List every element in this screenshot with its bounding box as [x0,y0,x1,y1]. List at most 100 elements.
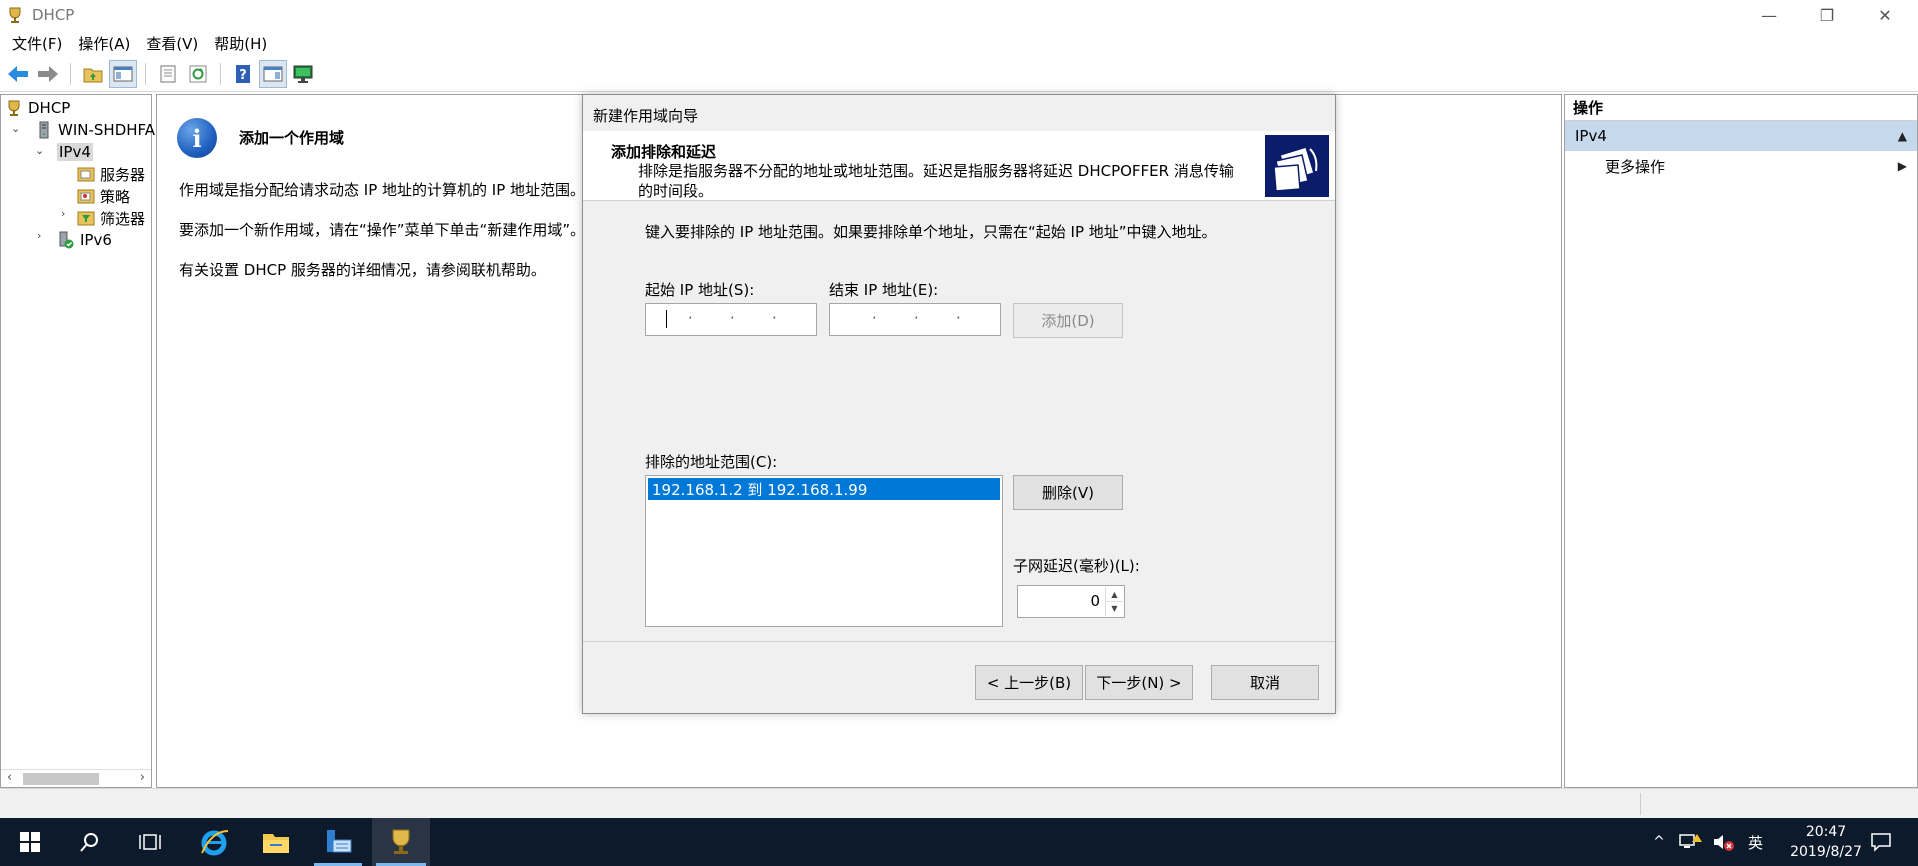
taskbar-server-manager[interactable] [310,818,366,866]
refresh-icon [189,65,207,82]
actions-pane: 操作 IPv4 ▲ 更多操作 ▶ [1564,94,1918,788]
taskbar-ie[interactable] [186,818,242,866]
chevron-down-icon[interactable]: ⌄ [35,144,44,157]
tree-label-ipv4: IPv4 [57,143,93,161]
tree-label-ipv6: IPv6 [80,231,112,249]
server-options-icon [77,167,95,182]
subnet-delay-value: 0 [1090,592,1100,610]
menu-file[interactable]: 文件(F) [4,33,70,54]
list-item[interactable]: 192.168.1.2 到 192.168.1.99 [648,478,1000,500]
new-scope-wizard-dialog: 新建作用域向导 添加排除和延迟 排除是指服务器不分配的地址或地址范围。延迟是指服… [582,94,1336,714]
dhcp-trophy-icon [8,100,20,116]
system-tray: ^ 英 [1646,818,1763,866]
dialog-subheading: 排除是指服务器不分配的地址或地址范围。延迟是指服务器将延迟 DHCPOFFER … [638,162,1234,200]
task-view-button[interactable] [122,818,178,866]
help-icon: ? [236,64,250,83]
menu-help[interactable]: 帮助(H) [206,33,275,54]
more-actions-item[interactable]: 更多操作 ▶ [1565,151,1917,181]
close-window-button[interactable]: ✕ [1862,0,1908,30]
network-warning-icon[interactable] [1678,832,1702,852]
chevron-down-icon[interactable]: ⌄ [11,122,20,135]
add-button[interactable]: 添加(D) [1013,303,1123,338]
next-step-button[interactable]: 下一步(N) > [1085,665,1193,700]
back-arrow-icon [8,65,28,82]
clock-date: 2019/8/27 [1790,844,1862,860]
search-button[interactable] [62,818,118,866]
tree-item-filters[interactable]: 筛选器 [77,207,145,229]
main-paragraph-2: 要添加一个新作用域，请在“操作”菜单下单击“新建作用域”。 [179,221,586,239]
toolbar-separator [145,62,146,85]
minimize-icon: — [1761,5,1777,25]
taskbar-file-explorer[interactable] [248,818,304,866]
monitor-icon [293,65,313,83]
toolbar-separator [220,62,221,85]
dialog-heading: 添加排除和延迟 [611,143,717,161]
actions-header: 操作 [1565,95,1917,121]
chevron-up-icon[interactable]: ^ [1646,834,1672,850]
collapse-up-icon[interactable]: ▲ [1898,129,1907,143]
main-title: 添加一个作用域 [239,129,345,147]
task-view-icon [139,834,161,850]
remove-button[interactable]: 删除(V) [1013,475,1123,510]
restore-button[interactable]: ❐ [1804,0,1850,30]
scroll-right-icon[interactable]: › [140,770,145,785]
help-button[interactable]: ? [229,60,257,88]
restore-icon: ❐ [1819,5,1835,25]
dialog-separator [583,641,1335,642]
svg-text:?: ? [239,68,247,83]
excluded-range-list[interactable]: 192.168.1.2 到 192.168.1.99 [645,475,1003,627]
wizard-folders-icon [1265,135,1329,197]
spin-down-icon[interactable]: ▼ [1105,601,1123,616]
refresh-button[interactable] [184,60,212,88]
tree-item-server[interactable]: WIN-SHDHFA [35,119,155,141]
chevron-right-icon[interactable]: › [61,207,65,220]
text-cursor [666,310,667,328]
forward-arrow-icon [38,65,58,82]
server-manager-icon [327,830,352,853]
up-level-button[interactable] [79,60,107,88]
tree-item-dhcp[interactable]: DHCP [5,97,70,119]
chevron-right-icon[interactable]: › [37,229,41,242]
tree-item-ipv6[interactable]: IPv6 [57,229,112,251]
subnet-delay-stepper[interactable]: 0 ▲ ▼ [1017,585,1125,618]
dhcp-app-icon [9,7,21,23]
properties-icon [160,65,176,82]
volume-muted-icon[interactable] [1712,832,1736,852]
start-ip-input[interactable]: · · · [645,303,817,336]
properties-button[interactable] [154,60,182,88]
clock[interactable]: 20:47 2019/8/27 [1786,822,1866,862]
start-button[interactable] [2,818,58,866]
monitor-button[interactable] [289,60,317,88]
end-ip-input[interactable]: · · · [829,303,1001,336]
show-hide-action-pane-icon [263,66,283,81]
cancel-button[interactable]: 取消 [1211,665,1319,700]
dialog-title: 新建作用域向导 [593,107,699,125]
taskbar-dhcp[interactable] [372,818,430,866]
close-icon: ✕ [1878,5,1892,25]
filters-icon [77,211,95,226]
console-tree: DHCP ⌄ WIN-SHDHFA ⌄ IPv4 服务器 策略 › 筛选器 › … [0,94,155,788]
forward-button[interactable] [34,60,62,88]
scrollbar-thumb[interactable] [23,773,99,785]
dhcp-trophy-icon [392,829,410,854]
menu-action[interactable]: 操作(A) [70,33,138,54]
scroll-left-icon[interactable]: ‹ [7,770,12,785]
show-hide-action-pane-button[interactable] [259,59,287,88]
action-center-button[interactable] [1858,818,1904,866]
tree-item-ipv4[interactable]: IPv4 [57,141,93,163]
tree-item-policies[interactable]: 策略 [77,185,130,207]
menu-bar: 文件(F) 操作(A) 查看(V) 帮助(H) [0,30,1918,56]
end-ip-label: 结束 IP 地址(E): [829,281,939,299]
back-step-button[interactable]: < 上一步(B) [975,665,1083,700]
menu-view[interactable]: 查看(V) [138,33,206,54]
minimize-button[interactable]: — [1746,0,1792,30]
tree-item-server-options[interactable]: 服务器 [77,163,145,185]
back-button[interactable] [4,60,32,88]
input-language-indicator[interactable]: 英 [1748,832,1763,853]
show-hide-tree-button[interactable] [109,59,137,88]
actions-section-ipv4[interactable]: IPv4 ▲ [1565,121,1917,151]
main-paragraph-3: 有关设置 DHCP 服务器的详细情况，请参阅联机帮助。 [179,261,546,279]
search-icon [80,833,98,852]
spin-up-icon[interactable]: ▲ [1105,587,1123,602]
tree-horizontal-scrollbar[interactable]: ‹ › [1,769,151,787]
